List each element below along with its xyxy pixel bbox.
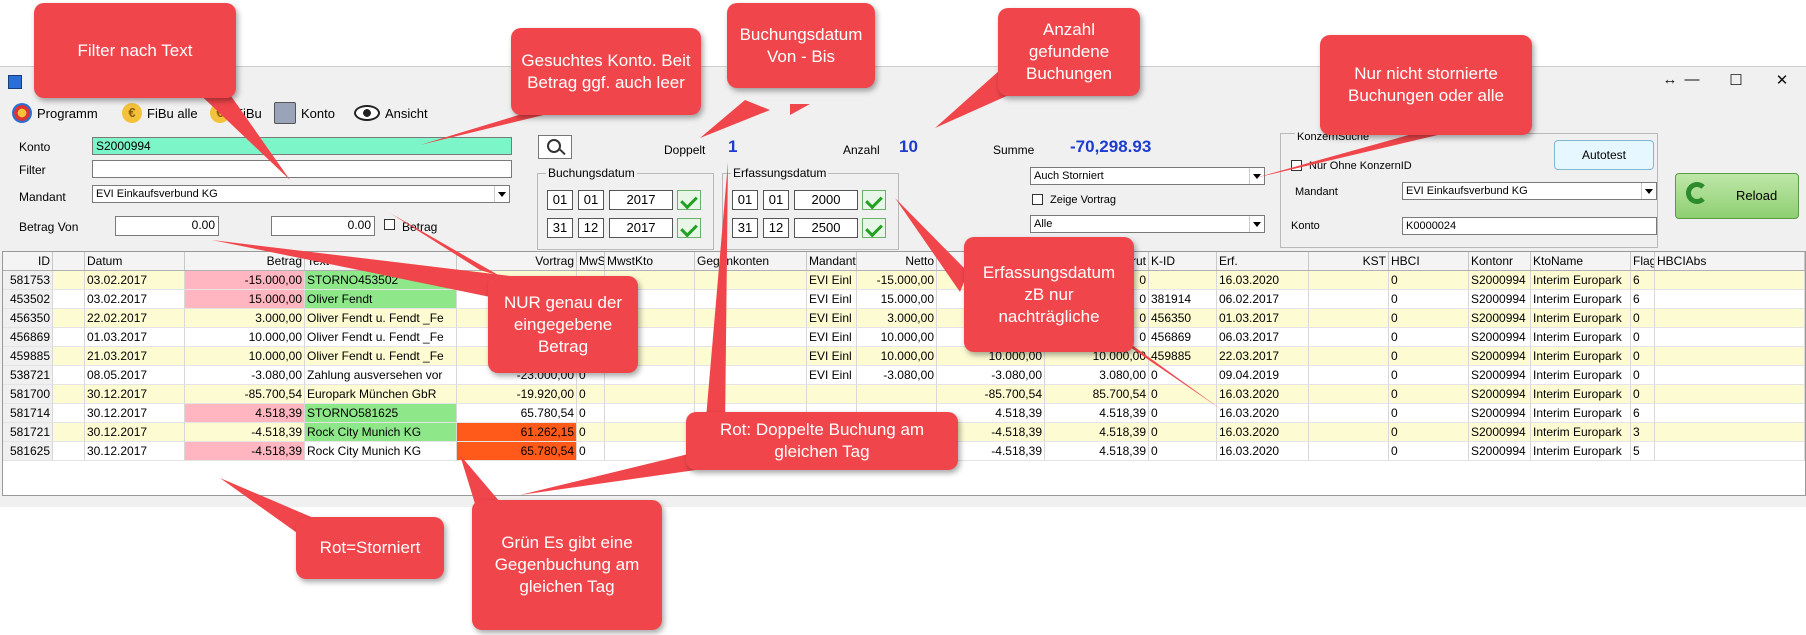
- pointer-erfassung-a: [895, 198, 968, 292]
- callout-anzahl: Anzahl gefundene Buchungen: [998, 8, 1140, 96]
- callout-pointers: [170, 66, 1510, 535]
- pointer-doppelt-a: [705, 162, 728, 430]
- callout-doppelt: Rot: Doppelte Buchung am gleichen Tag: [686, 412, 958, 470]
- callout-buchungsdatum: Buchungsdatum Von - Bis: [727, 3, 875, 88]
- callout-erfassung: Erfassungsdatum zB nur nachträgliche: [964, 237, 1134, 352]
- pointer-doppelt-b: [520, 450, 710, 495]
- callout-rot: Rot=Storniert: [296, 517, 444, 579]
- pointer-buchungsdatum-b: [790, 104, 810, 115]
- pointer-betrag-a: [212, 240, 510, 300]
- callout-storniert: Nur nicht stornierte Buchungen oder alle: [1320, 35, 1532, 135]
- callout-filter-text: Filter nach Text: [34, 3, 236, 98]
- callout-betrag: NUR genau der eingegebene Betrag: [488, 276, 638, 373]
- pointer-buchungsdatum-a: [700, 100, 770, 138]
- callout-konto: Gesuchtes Konto. Beit Betrag ggf. auch l…: [511, 28, 701, 115]
- callout-gruen: Grün Es gibt eine Gegenbuchung am gleich…: [472, 500, 662, 630]
